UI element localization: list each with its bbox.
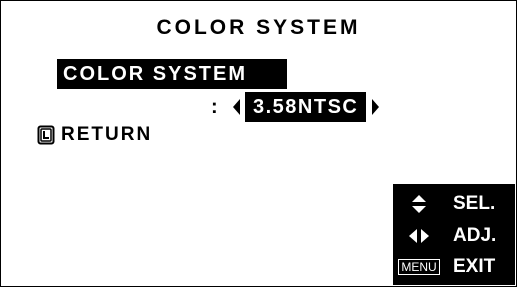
return-label: RETURN <box>61 124 153 145</box>
left-right-arrow-icon <box>393 227 445 245</box>
up-down-arrow-icon <box>393 194 445 214</box>
help-panel: SEL. ADJ. MENU EXIT <box>393 184 515 285</box>
osd-screen: COLOR SYSTEM COLOR SYSTEM : 3.58NTSC RET… <box>0 0 517 287</box>
separator: : <box>211 95 218 118</box>
right-arrow-icon[interactable] <box>368 97 382 117</box>
color-system-value-row[interactable]: : 3.58NTSC <box>211 92 382 122</box>
help-adjust-label: ADJ. <box>453 225 497 246</box>
help-exit-row: MENU EXIT <box>393 252 515 282</box>
color-system-value[interactable]: 3.58NTSC <box>245 92 367 122</box>
help-select-row: SEL. <box>393 189 515 219</box>
return-item[interactable]: RETURN <box>37 122 152 148</box>
menu-title: COLOR SYSTEM <box>156 16 361 39</box>
help-select-label: SEL. <box>453 193 496 214</box>
color-system-item[interactable]: COLOR SYSTEM <box>57 59 287 89</box>
return-icon <box>37 125 55 145</box>
left-arrow-icon[interactable] <box>229 97 243 117</box>
menu-key-icon: MENU <box>393 259 445 275</box>
help-exit-label: EXIT <box>453 256 496 277</box>
help-adjust-row: ADJ. <box>393 221 515 251</box>
